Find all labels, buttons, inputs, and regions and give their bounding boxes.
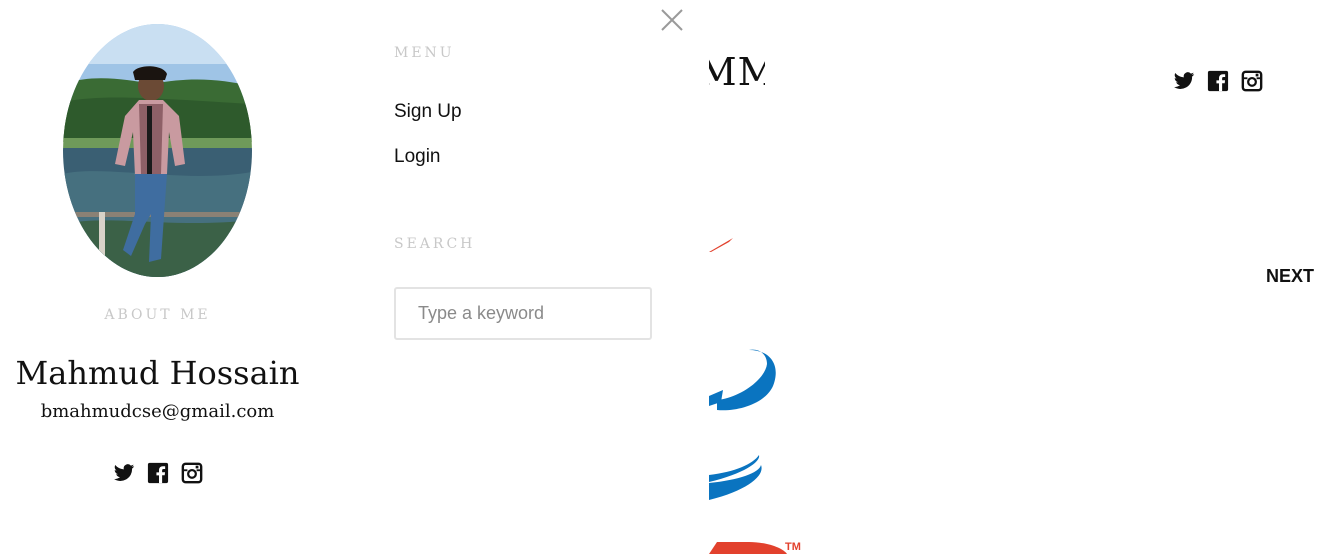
menu-heading: MENU (394, 45, 455, 61)
about-me-heading: ABOUT ME (104, 307, 211, 323)
close-icon[interactable] (656, 4, 688, 36)
menu-item-sign-up[interactable]: Sign Up (394, 101, 462, 123)
svg-text:TM: TM (785, 541, 801, 553)
header-social-links (1173, 70, 1263, 92)
search-box (394, 287, 652, 340)
author-email: bmahmudcse@gmail.com (40, 401, 275, 422)
twitter-icon[interactable] (1173, 70, 1195, 92)
facebook-icon[interactable] (1207, 70, 1229, 92)
side-menu-overlay: ABOUT ME Mahmud Hossain bmahmudcse@gmail… (0, 0, 709, 554)
author-avatar (63, 24, 252, 277)
menu-item-login[interactable]: Login (394, 146, 441, 168)
next-post-link[interactable]: NEXT (1266, 266, 1314, 287)
author-name: Mahmud Hossain (15, 354, 300, 392)
search-input[interactable] (418, 289, 628, 338)
facebook-icon[interactable] (147, 462, 169, 484)
search-heading: SEARCH (394, 236, 476, 252)
author-social-links (113, 462, 203, 484)
instagram-icon[interactable] (1241, 70, 1263, 92)
twitter-icon[interactable] (113, 462, 135, 484)
instagram-icon[interactable] (181, 462, 203, 484)
featured-image-logo-art: TM (709, 238, 801, 554)
